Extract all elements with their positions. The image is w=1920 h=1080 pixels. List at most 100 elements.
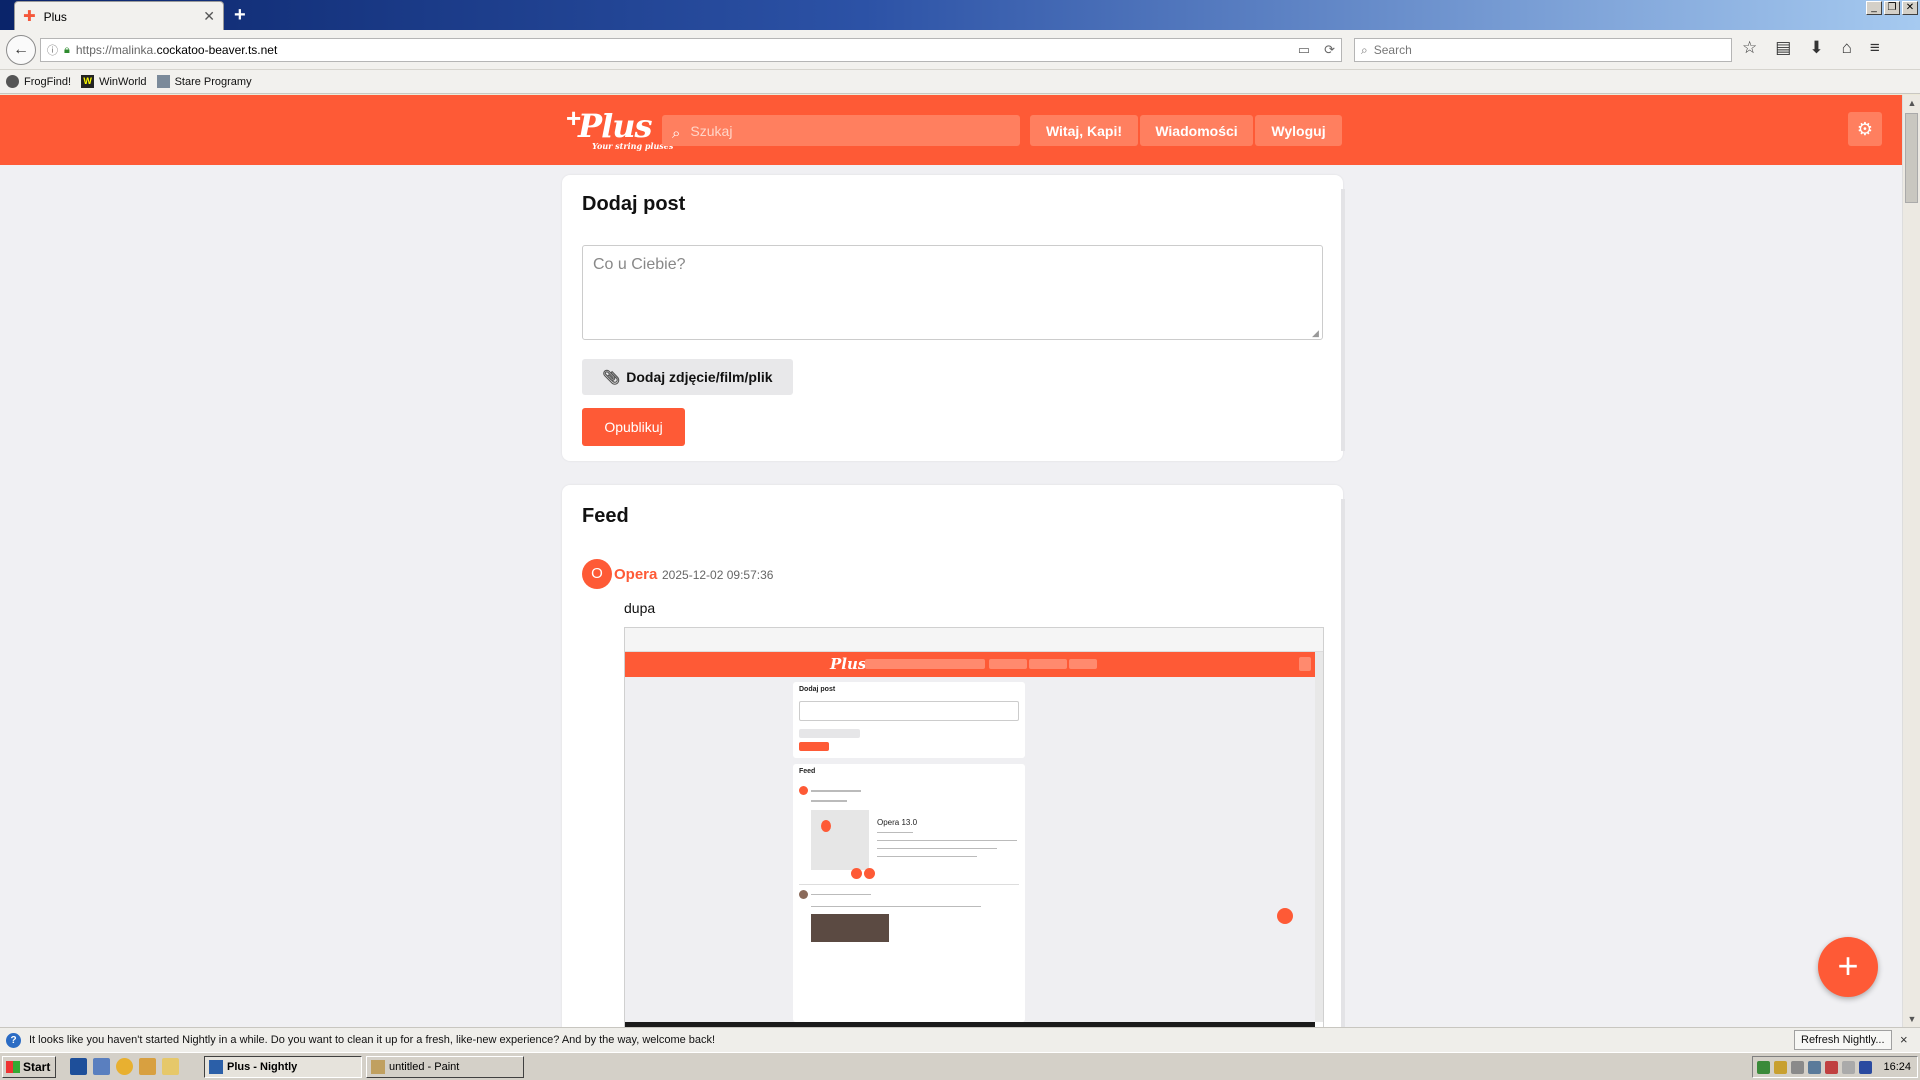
attach-label: Dodaj zdjęcie/film/plik — [626, 369, 773, 385]
mini-fab — [1277, 908, 1293, 924]
notification-bar: ? It looks like you haven't started Nigh… — [0, 1027, 1920, 1052]
mini-line — [877, 840, 1017, 841]
page-scrollbar[interactable]: ▲ ▼ — [1902, 95, 1920, 1027]
tray-icon[interactable] — [1842, 1060, 1855, 1074]
tab-title: Plus — [43, 9, 67, 24]
start-label: Start — [23, 1060, 51, 1074]
restore-icon[interactable]: ❐ — [1884, 1, 1900, 15]
mini-reaction-dot — [851, 868, 862, 879]
folder-icon[interactable] — [162, 1058, 179, 1075]
mini-textarea — [799, 701, 1019, 721]
usb-icon[interactable] — [1808, 1060, 1821, 1074]
post-date: 2025-12-02 09:57:36 — [662, 568, 774, 582]
feed-card: Feed O Opera 2025-12-02 09:57:36 dupa Pl… — [562, 485, 1345, 1027]
explorer-icon[interactable] — [93, 1058, 110, 1075]
add-post-fab[interactable]: + — [1818, 937, 1878, 997]
minimize-icon[interactable]: _ — [1866, 1, 1882, 15]
site-header: + Plus Your string pluses ⌕ Witaj, Kapi!… — [0, 95, 1902, 165]
home-icon[interactable]: ⌂ — [1842, 38, 1852, 58]
menu-icon[interactable]: ≡ — [1870, 38, 1880, 58]
info-icon[interactable]: ⓘ — [47, 42, 58, 58]
scroll-down-icon[interactable]: ▼ — [1903, 1011, 1920, 1027]
mini-button — [1069, 659, 1097, 669]
mini-attach — [799, 729, 860, 738]
refresh-nightly-button[interactable]: Refresh Nightly... — [1794, 1030, 1892, 1050]
bookmark-winworld[interactable]: W WinWorld — [81, 75, 147, 88]
close-window-icon[interactable]: ✕ — [1902, 1, 1918, 15]
new-tab-button[interactable]: + — [234, 4, 246, 27]
task-plus-nightly[interactable]: Plus - Nightly — [204, 1056, 362, 1078]
window-controls: _ ❐ ✕ — [1866, 1, 1918, 15]
avatar[interactable]: O — [582, 559, 612, 589]
reload-icon[interactable]: ⟳ — [1324, 42, 1335, 58]
post-image-screenshot[interactable]: Plus Dodaj post Feed Opera 13.0 — [624, 627, 1324, 1027]
security-icon[interactable] — [1825, 1060, 1838, 1074]
bookmark-label: Stare Programy — [174, 75, 252, 88]
system-tray: 16:24 — [1752, 1056, 1918, 1078]
mini-line — [811, 790, 861, 792]
tab-close-icon[interactable]: ✕ — [203, 8, 215, 25]
scroll-thumb[interactable] — [1905, 113, 1918, 203]
mini-button — [1029, 659, 1067, 669]
address-bar[interactable]: ⓘ 🔒︎ https://malinka. cockatoo-beaver.ts… — [40, 38, 1342, 62]
start-button[interactable]: Start — [2, 1056, 56, 1078]
app-icon[interactable] — [139, 1058, 156, 1075]
plus-favicon-icon: ✚ — [23, 8, 36, 25]
network-icon[interactable] — [1757, 1060, 1770, 1074]
language-icon[interactable] — [1859, 1060, 1872, 1074]
close-icon[interactable]: × — [1900, 1032, 1908, 1047]
computer-icon — [156, 75, 170, 88]
attach-file-button[interactable]: 📎︎ Dodaj zdjęcie/film/plik — [582, 359, 793, 395]
post-author[interactable]: Opera — [614, 566, 657, 583]
resize-grip-icon[interactable]: ◢ — [1312, 328, 1319, 339]
logout-button[interactable]: Wyloguj — [1255, 115, 1342, 146]
mini-add-title: Dodaj post — [799, 686, 836, 693]
frog-icon — [6, 75, 19, 88]
back-button[interactable]: ← — [6, 35, 36, 65]
media-player-icon[interactable] — [116, 1058, 133, 1075]
mini-logo: Plus — [830, 655, 867, 673]
page-viewport: + Plus Your string pluses ⌕ Witaj, Kapi!… — [0, 95, 1902, 1027]
search-icon: ⌕ — [672, 125, 681, 142]
bookmark-stare-programy[interactable]: Stare Programy — [156, 75, 252, 88]
mini-browser-chrome — [625, 628, 1323, 652]
browser-search-field[interactable]: ⌕ Search — [1354, 38, 1732, 62]
bookmark-label: FrogFind! — [24, 75, 72, 88]
mini-opera-version: Opera 13.0 — [877, 818, 918, 827]
post-textarea[interactable] — [582, 245, 1323, 340]
task-paint[interactable]: untitled - Paint — [366, 1056, 524, 1078]
bookmark-frogfind[interactable]: FrogFind! — [6, 75, 71, 88]
notification-message: It looks like you haven't started Nightl… — [29, 1034, 716, 1046]
task-label: Plus - Nightly — [227, 1061, 298, 1073]
mini-scrollbar — [1315, 652, 1323, 1022]
publish-button[interactable]: Opublikuj — [582, 408, 685, 446]
site-search: ⌕ — [662, 115, 1020, 146]
os-taskbar: Start Plus - Nightly untitled - Paint 16… — [0, 1052, 1920, 1080]
mini-avatar — [799, 786, 808, 795]
url-domain: cockatoo-beaver.ts.net — [156, 43, 278, 57]
mini-button — [989, 659, 1027, 669]
tab-plus[interactable]: ✚ Plus ✕ — [14, 1, 224, 31]
scroll-up-icon[interactable]: ▲ — [1903, 95, 1920, 111]
lock-icon[interactable]: 🔒︎ — [64, 44, 70, 57]
bookmark-star-icon[interactable]: ☆ — [1742, 38, 1757, 58]
url-prefix: https://malinka. — [75, 43, 157, 57]
nightly-icon — [209, 1060, 223, 1074]
download-icon[interactable]: ⬇ — [1809, 38, 1823, 58]
bookmarks-bar: FrogFind! W WinWorld Stare Programy — [0, 70, 1920, 94]
desktop-icon[interactable] — [70, 1058, 87, 1075]
accessibility-settings-button[interactable]: ⚙ — [1848, 112, 1882, 146]
messages-button[interactable]: Wiadomości — [1140, 115, 1253, 146]
mini-photo — [811, 914, 889, 942]
welcome-button[interactable]: Witaj, Kapi! — [1030, 115, 1138, 146]
library-icon[interactable]: ▤ — [1775, 38, 1791, 58]
question-icon: ? — [6, 1032, 21, 1048]
clock: 16:24 — [1883, 1061, 1911, 1073]
pencil-icon[interactable] — [1774, 1060, 1787, 1074]
reader-view-icon[interactable]: ▭ — [1298, 42, 1310, 58]
volume-icon[interactable] — [1791, 1060, 1804, 1074]
windows-logo-icon — [6, 1061, 20, 1073]
site-search-input[interactable] — [690, 122, 991, 139]
mini-line — [877, 832, 913, 833]
feed-title: Feed — [582, 505, 629, 527]
